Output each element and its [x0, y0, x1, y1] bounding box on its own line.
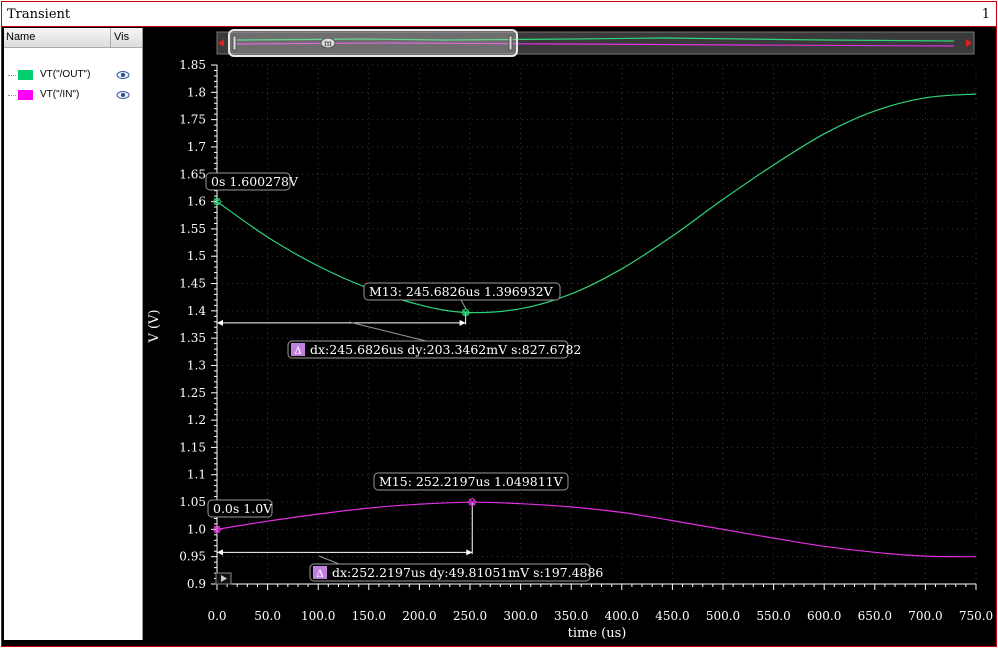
m13-label-text: M13: 245.6826us 1.396932V [369, 284, 554, 299]
legend-header: Name Vis [4, 28, 142, 48]
in-delta-leader [318, 555, 340, 565]
y-tick-label: 1.55 [179, 222, 206, 236]
m15-label-text: M15: 252.2197us 1.049811V [379, 474, 564, 489]
in-color-swatch [18, 90, 33, 100]
series-group [216, 93, 977, 558]
transient-window: Transient 1 Name Vis VT("/OUT") VT("/IN"… [1, 1, 997, 647]
x-axis-label: time (us) [568, 626, 627, 641]
in-delta-label-text: dx:252.2197us dy:49.81051mV s:197.4886 [332, 565, 603, 580]
x-tick-label: 300.0 [503, 609, 537, 623]
m15-label[interactable]: M15: 252.2197us 1.049811V [373, 472, 569, 491]
in-delta-label[interactable]: Δdx:252.2197us dy:49.81051mV s:197.4886 [309, 563, 603, 582]
delta-symbol: Δ [294, 346, 301, 357]
x-tick-label: 100.0 [301, 609, 335, 623]
out-color-swatch [18, 70, 33, 80]
window-number: 1 [981, 7, 990, 22]
out-series-line[interactable] [216, 93, 977, 314]
in-start-label-text: 0.0s 1.0V [213, 501, 273, 516]
overview-thumb[interactable] [228, 29, 518, 57]
legend-item-label: VT("/IN") [40, 89, 80, 100]
y-axis-label: V (V) [147, 309, 162, 343]
axes [211, 64, 977, 590]
y-tick-label: 1.05 [179, 495, 206, 509]
thumb-left-handle[interactable] [232, 35, 237, 51]
legend-item-label: VT("/OUT") [40, 69, 91, 80]
y-tick-label: 1.8 [187, 85, 206, 99]
y-tick-label: 1.65 [179, 167, 206, 181]
out-delta-label[interactable]: Δdx:245.6826us dy:203.3462mV s:827.6782 [287, 340, 581, 359]
y-tick-label: 1.2 [187, 413, 206, 427]
x-tick-label: 500.0 [706, 609, 740, 623]
tree-connector [8, 95, 16, 96]
out-dx-arrow [217, 319, 466, 326]
y-tick-label: 1.5 [187, 249, 206, 263]
x-tick-label: 750.0 [959, 609, 993, 623]
title-bar: Transient 1 [2, 2, 996, 27]
x-tick-label: 450.0 [655, 609, 689, 623]
x-tick-label: 600.0 [807, 609, 841, 623]
window-title: Transient [7, 7, 71, 22]
y-tick-label: 1.75 [179, 113, 206, 127]
x-tick-label: 400.0 [605, 609, 639, 623]
m13-label[interactable]: M13: 245.6826us 1.396932V [363, 282, 561, 301]
legend-header-name[interactable]: Name [6, 31, 35, 43]
delta-symbol: Δ [316, 569, 323, 580]
waveform-plot-area[interactable]: m 0.9 0.95 1.0 1.05 1.1 1.15 1.2 1.25 1.3 1.35 1.4… [144, 28, 996, 642]
y-tick-label: 1.15 [179, 440, 206, 454]
legend-header-vis[interactable]: Vis [110, 28, 129, 47]
y-tick-label: 1.25 [179, 386, 206, 400]
x-tick-label: 250.0 [453, 609, 487, 623]
x-tick-label: 650.0 [858, 609, 892, 623]
arrowhead-left-icon [217, 549, 223, 556]
y-tick-label: 1.6 [187, 195, 206, 209]
expand-button[interactable] [215, 572, 232, 585]
signal-legend-panel: Name Vis VT("/OUT") VT("/IN") [4, 28, 143, 640]
y-tick-label: 0.95 [179, 550, 206, 564]
x-tick-label: 350.0 [554, 609, 588, 623]
eye-icon[interactable] [116, 88, 130, 102]
in-dx-arrow [217, 549, 473, 556]
x-tick-label: 50.0 [254, 609, 281, 623]
x-tick-label: 0.0 [207, 609, 226, 623]
y-tick-label: 1.45 [179, 277, 206, 291]
y-tick-label: 1.1 [187, 468, 206, 482]
y-tick-label: 0.9 [187, 577, 206, 591]
out-delta-label-text: dx:245.6826us dy:203.3462mV s:827.6782 [310, 342, 581, 357]
x-tick-label: 700.0 [908, 609, 942, 623]
overview-scrollbar[interactable]: m [216, 29, 975, 57]
arrowhead-right-icon [459, 319, 466, 326]
legend-item-out[interactable]: VT("/OUT") [4, 66, 142, 84]
waveform-chart[interactable]: m 0.9 0.95 1.0 1.05 1.1 1.15 1.2 1.25 1.3 1.35 1.4… [144, 28, 996, 642]
legend-item-in[interactable]: VT("/IN") [4, 86, 142, 104]
arrowhead-left-icon [217, 319, 223, 326]
x-tick-label: 200.0 [402, 609, 436, 623]
thumb-grip-letter: m [324, 39, 332, 48]
x-tick-label: 150.0 [352, 609, 386, 623]
out-start-label[interactable]: 0s 1.600278V [205, 172, 299, 191]
grid [216, 64, 977, 585]
y-tick-label: 1.85 [179, 58, 206, 72]
y-tick-label: 1.35 [179, 331, 206, 345]
eye-icon[interactable] [116, 68, 130, 82]
out-start-label-text: 0s 1.600278V [211, 174, 299, 189]
in-start-label[interactable]: 0.0s 1.0V [207, 499, 273, 518]
y-tick-label: 1.7 [187, 140, 206, 154]
y-tick-label: 1.3 [187, 358, 206, 372]
thumb-right-handle[interactable] [508, 35, 513, 51]
markers-group[interactable]: 0s 1.600278V M13: 245.6826us 1.396932V Δ dx… [205, 172, 603, 582]
tree-connector [8, 75, 16, 76]
y-tick-label: 1.4 [187, 304, 206, 318]
arrowhead-right-icon [466, 549, 473, 556]
y-tick-label: 1.0 [187, 522, 206, 536]
x-tick-label: 550.0 [756, 609, 790, 623]
